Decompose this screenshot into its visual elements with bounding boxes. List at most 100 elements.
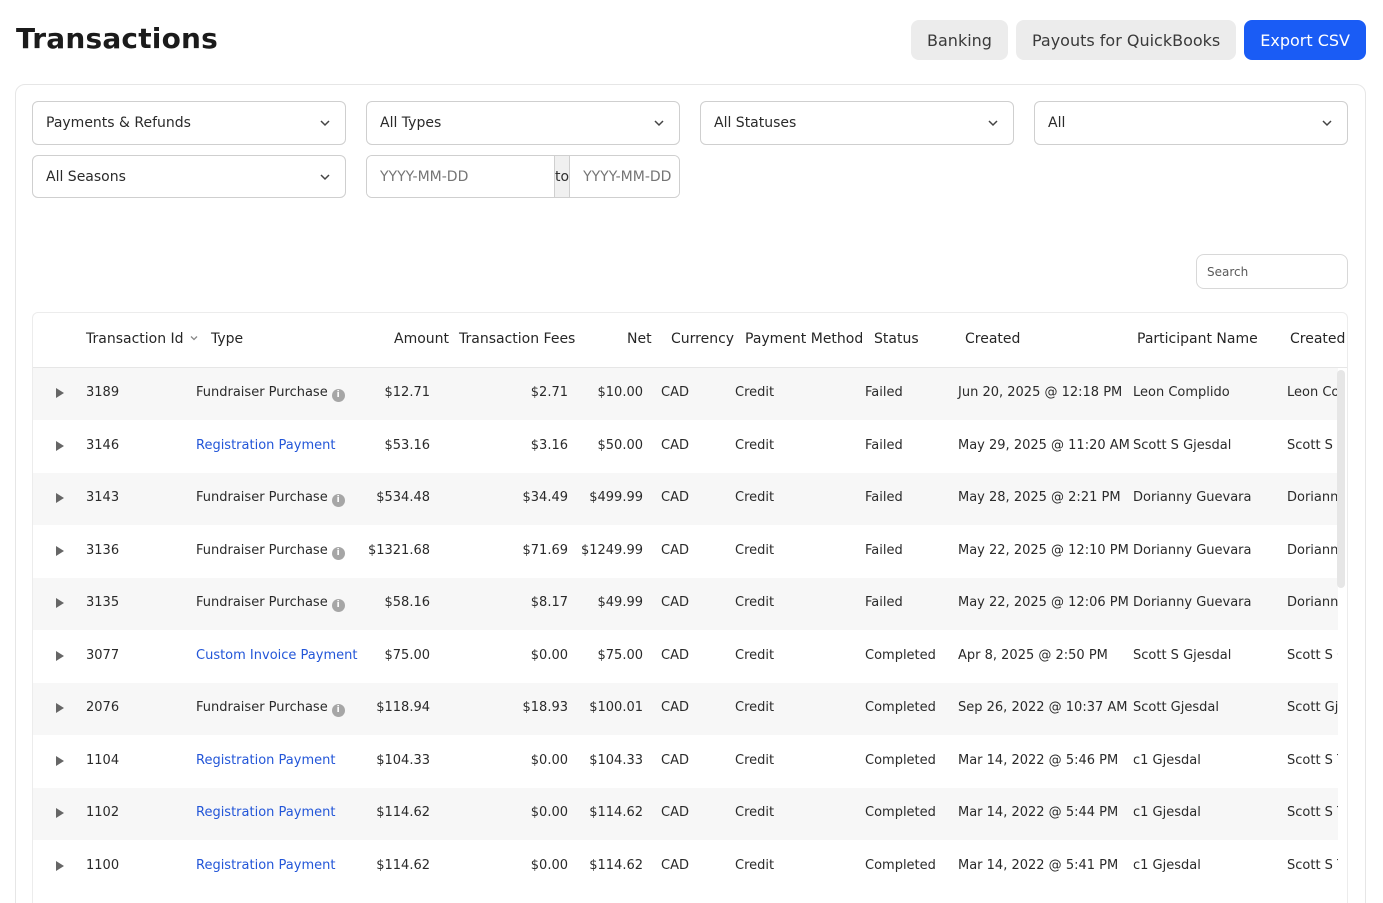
col-transaction-id[interactable]: Transaction Id [86,331,199,347]
cell-net: $50.00 [597,437,644,453]
status-select-value: All Statuses [714,115,797,131]
cell-amount: $1321.68 [367,542,430,558]
cell-amount: $75.00 [384,647,431,663]
info-icon[interactable]: i [331,494,345,507]
cell-payment-method: Credit [735,490,775,505]
cell-created-by: Dorianny Guevara [1287,490,1338,505]
season-select-value: All Seasons [46,168,126,185]
payouts-quickbooks-button[interactable]: Payouts for QuickBooks [1015,20,1237,60]
cell-fees: $0.00 [530,647,568,663]
sort-icon[interactable] [189,331,199,347]
col-net[interactable]: Net [627,331,652,347]
cell-status: Failed [865,595,903,610]
page-title: Transactions [16,22,219,55]
expand-row-icon[interactable] [55,807,65,819]
cell-type-label: Fundraiser Purchase [196,595,328,610]
export-csv-button[interactable]: Export CSV [1244,20,1366,60]
cell-type-label[interactable]: Registration Payment [196,858,335,873]
table-row[interactable]: 3189 Fundraiser Purchase i $12.71 $2.71 $10.0… [33,368,1338,420]
col-currency[interactable]: Currency [671,331,734,347]
table-row[interactable]: 3135 Fundraiser Purchase i $58.16 $8.17 $49.9… [33,578,1338,630]
expand-row-icon[interactable] [55,650,65,662]
table-row[interactable]: 1102 Registration Payment $114.62 $0.00 $114… [33,788,1338,840]
table-row[interactable]: 3077 Custom Invoice Payment $75.00 $0.00 $75… [33,631,1338,683]
cell-type[interactable]: Custom Invoice Payment [196,648,357,663]
transactions-panel: Payments & Refunds All Types All Statuse… [15,84,1366,903]
cell-type[interactable]: Registration Payment [196,858,335,873]
type-select[interactable]: All Types [366,101,680,145]
cell-currency: CAD [661,752,689,768]
cell-created-by: Scott S Test [1287,805,1338,820]
category-select[interactable]: Payments & Refunds [32,101,346,145]
cell-payment-method: Credit [735,752,775,768]
cell-fees: $34.49 [522,490,569,505]
cell-currency: CAD [661,542,689,558]
date-to-input[interactable] [570,156,679,197]
info-icon[interactable]: i [331,389,345,402]
col-participant[interactable]: Participant Name [1137,331,1258,347]
info-icon[interactable]: i [331,546,345,560]
expand-row-icon[interactable] [55,702,65,714]
expand-row-icon[interactable] [55,545,65,557]
cell-currency: CAD [661,700,689,715]
cell-type[interactable]: Registration Payment [196,805,335,820]
cell-created-by: Leon Complido [1287,385,1338,400]
cell-type: Fundraiser Purchase i [196,700,345,717]
cell-type[interactable]: Registration Payment [196,438,335,453]
table-scrollbar[interactable] [1337,370,1345,588]
col-type[interactable]: Type [211,331,243,347]
cell-currency: CAD [661,385,689,400]
col-amount[interactable]: Amount [394,331,449,347]
cell-type-label[interactable]: Custom Invoice Payment [196,648,357,663]
table-row[interactable]: 1100 Registration Payment $114.62 $0.00 $114… [33,841,1338,893]
cell-type-label: Fundraiser Purchase [196,490,328,505]
table-row[interactable]: 3146 Registration Payment $53.16 $3.16 $50.0… [33,421,1338,473]
expand-row-icon[interactable] [55,755,65,767]
cell-transaction-id: 1104 [86,752,120,768]
table-row[interactable]: 1104 Registration Payment $104.33 $0.00 $104… [33,736,1338,788]
cell-created: Mar 14, 2022 @ 5:46 PM [958,752,1119,768]
cell-transaction-id: 1100 [86,857,120,873]
cell-type-label[interactable]: Registration Payment [196,753,335,768]
cell-created: May 22, 2025 @ 12:06 PM [958,595,1129,610]
date-from-input[interactable] [367,156,554,197]
season-select[interactable]: All Seasons [32,155,346,198]
col-status[interactable]: Status [874,331,919,347]
table-row[interactable]: 3143 Fundraiser Purchase i $534.48 $34.49 $49… [33,473,1338,525]
search-input[interactable] [1196,254,1348,289]
cell-payment-method: Credit [735,805,775,820]
cell-created: May 22, 2025 @ 12:10 PM [958,542,1129,558]
banking-button[interactable]: Banking [911,20,1008,60]
cell-status: Completed [865,752,936,768]
expand-row-icon[interactable] [55,860,65,872]
table-row[interactable]: 3136 Fundraiser Purchase i $1321.68 $71.69 $1… [33,526,1338,578]
expand-row-icon[interactable] [55,492,65,504]
cell-transaction-id: 3143 [86,490,120,505]
table-row[interactable]: 2076 Fundraiser Purchase i $118.94 $18.93 $10… [33,683,1338,735]
col-payment-method[interactable]: Payment Method [745,331,863,347]
col-created[interactable]: Created [965,331,1020,347]
cell-net: $104.33 [589,752,643,768]
expand-row-icon[interactable] [55,440,65,452]
expand-row-icon[interactable] [55,387,65,399]
cell-type-label[interactable]: Registration Payment [196,805,335,820]
cell-net: $1249.99 [580,542,643,558]
col-created-by[interactable]: Created [1290,331,1345,347]
info-icon[interactable]: i [331,599,345,612]
cell-amount: $534.48 [376,490,430,505]
cell-created: May 29, 2025 @ 11:20 AM [958,437,1130,453]
cell-payment-method: Credit [735,700,775,715]
cell-type[interactable]: Registration Payment [196,753,335,768]
cell-type: Fundraiser Purchase i [196,543,345,560]
cell-currency: CAD [661,437,689,453]
cell-type-label[interactable]: Registration Payment [196,438,335,453]
scope-select[interactable]: All [1034,101,1348,145]
expand-row-icon[interactable] [55,597,65,609]
status-select[interactable]: All Statuses [700,101,1014,145]
date-range: to [366,155,680,198]
cell-participant: Scott S Gjesdal [1133,437,1232,453]
info-icon[interactable]: i [331,704,345,717]
cell-status: Completed [865,805,936,820]
cell-fees: $2.71 [530,385,568,400]
col-fees[interactable]: Transaction Fees [459,331,575,347]
